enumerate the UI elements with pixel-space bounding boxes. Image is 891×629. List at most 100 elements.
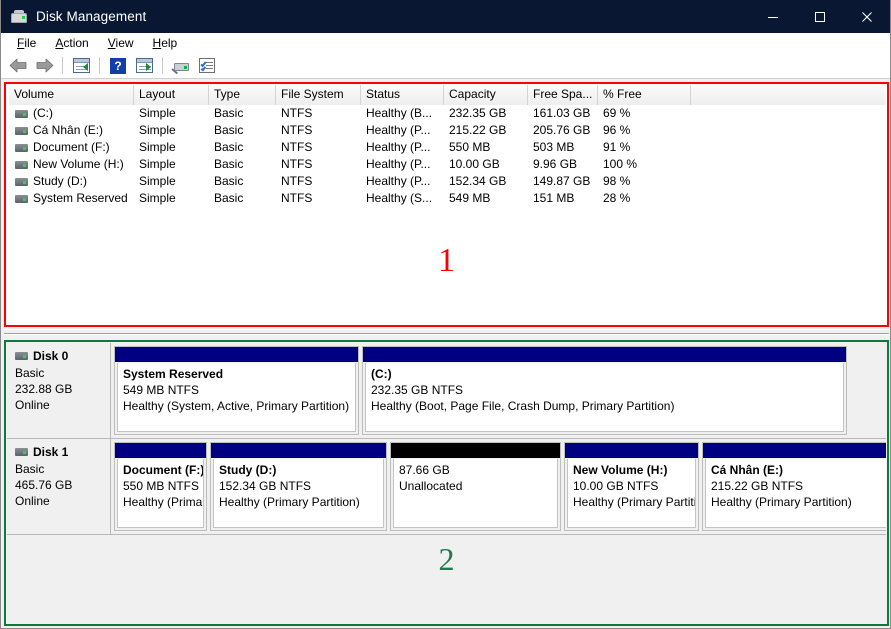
cell-layout: Simple — [139, 140, 176, 154]
disk-row[interactable]: Disk 0 Basic 232.88 GB Online System Reserve… — [7, 343, 886, 439]
cell-percent-free: 91 % — [603, 140, 631, 154]
menu-view[interactable]: View — [99, 34, 144, 52]
cell-free-space: 205.76 GB — [533, 123, 591, 137]
volume-row[interactable]: System Reserved Simple Basic NTFS Healthy (S… — [9, 190, 886, 207]
partition-color-bar — [565, 443, 698, 458]
cell-capacity: 152.34 GB — [449, 174, 507, 188]
cell-volume: System Reserved — [9, 190, 134, 207]
volume-row[interactable]: Document (F:) Simple Basic NTFS Healthy (P..… — [9, 139, 886, 156]
toolbar-separator-3 — [162, 57, 163, 74]
cell-blank — [691, 122, 886, 139]
partition-block[interactable]: System Reserved 549 MB NTFS Healthy (Syste… — [114, 346, 359, 435]
cell-status: Healthy (P... — [366, 174, 431, 188]
disk-name: Disk 0 — [33, 349, 69, 363]
column-header-status[interactable]: Status — [361, 85, 444, 105]
partition-block[interactable]: 87.66 GB Unallocated — [390, 442, 561, 531]
toolbar-separator-2 — [99, 57, 100, 74]
cell-file-system: NTFS — [281, 123, 313, 137]
minimize-button[interactable] — [749, 0, 796, 33]
disk-type: Basic — [15, 462, 45, 476]
cell-status: Healthy (P... — [366, 157, 431, 171]
partition-block[interactable]: New Volume (H:) 10.00 GB NTFS Healthy (Pri… — [564, 442, 699, 531]
cell-status: Healthy (B... — [366, 106, 433, 120]
column-header-capacity[interactable]: Capacity — [444, 85, 528, 105]
cell-file-system: NTFS — [281, 174, 313, 188]
partition-color-bar — [391, 443, 560, 458]
partition-details: Document (F:) 550 MB NTFS Healthy (Prima — [117, 459, 204, 528]
cell-layout: Simple — [139, 191, 176, 205]
disk-size: 232.88 GB — [15, 382, 73, 396]
column-header-type[interactable]: Type — [209, 85, 276, 105]
disk-row[interactable]: Disk 1 Basic 465.76 GB Online Document (F:) 5… — [7, 439, 886, 535]
partition-block[interactable]: Document (F:) 550 MB NTFS Healthy (Prima — [114, 442, 207, 531]
cell-percent-free: 69 % — [603, 106, 631, 120]
volume-row[interactable]: New Volume (H:) Simple Basic NTFS Healthy (P… — [9, 156, 886, 173]
pane-splitter[interactable] — [4, 329, 889, 338]
partition-status: Unallocated — [399, 479, 463, 493]
partition-status: Healthy (System, Active, Primary Partiti… — [123, 399, 350, 413]
cell-volume: Document (F:) — [9, 139, 134, 156]
column-header-volume[interactable]: Volume — [9, 85, 134, 105]
graphical-view-pane: Disk 0 Basic 232.88 GB Online System Reserve… — [4, 340, 889, 626]
properties-button[interactable] — [195, 55, 219, 77]
partition-block[interactable]: (C:) 232.35 GB NTFS Healthy (Boot, Page Fi… — [362, 346, 847, 435]
volume-row[interactable]: (C:) Simple Basic NTFS Healthy (B... 232.35 G… — [9, 105, 886, 122]
column-header-file-system[interactable]: File System — [276, 85, 361, 105]
cell-capacity: 215.22 GB — [449, 123, 507, 137]
cell-type: Basic — [214, 157, 244, 171]
disk-info-disk-1[interactable]: Disk 1 Basic 465.76 GB Online — [7, 439, 111, 534]
cell-volume: (C:) — [9, 105, 134, 122]
menu-action[interactable]: Action — [46, 34, 98, 52]
menu-bar: File Action View Help — [1, 33, 890, 53]
volume-label: System Reserved — [33, 191, 128, 205]
partition-strip-spacer — [850, 346, 884, 435]
disk-info-disk-0[interactable]: Disk 0 Basic 232.88 GB Online — [7, 343, 111, 438]
partition-size: 550 MB NTFS — [123, 479, 200, 493]
close-button[interactable] — [843, 0, 890, 33]
forward-button[interactable] — [32, 55, 56, 77]
disk-management-icon — [11, 9, 27, 25]
back-button[interactable] — [6, 55, 30, 77]
maximize-button[interactable] — [796, 0, 843, 33]
volume-row[interactable]: Cá Nhân (E:) Simple Basic NTFS Healthy (P...… — [9, 122, 886, 139]
annotation-2: 2 — [438, 541, 455, 577]
cell-status: Healthy (P... — [366, 140, 431, 154]
volume-listview[interactable]: Volume Layout Type File System Status Capacit… — [9, 85, 886, 324]
disk-name: Disk 1 — [33, 445, 69, 459]
volume-label: Document (F:) — [33, 140, 110, 154]
cell-type: Basic — [214, 106, 244, 120]
volume-row[interactable]: Study (D:) Simple Basic NTFS Healthy (P... 15… — [9, 173, 886, 190]
cell-percent-free: 28 % — [603, 191, 631, 205]
help-button[interactable]: ? — [106, 55, 130, 77]
column-header-layout[interactable]: Layout — [134, 85, 209, 105]
column-header-free-spa[interactable]: Free Spa... — [528, 85, 598, 105]
partition-details: 87.66 GB Unallocated — [393, 459, 558, 528]
menu-help[interactable]: Help — [144, 34, 188, 52]
cell-layout: Simple — [139, 123, 176, 137]
column-header-blank[interactable] — [691, 85, 886, 105]
partition-size: 87.66 GB — [399, 463, 450, 477]
cell-type: Basic — [214, 174, 244, 188]
partition-size: 549 MB NTFS — [123, 383, 200, 397]
volume-drive-icon — [15, 177, 28, 186]
menu-file[interactable]: File — [8, 34, 46, 52]
partition-block[interactable]: Cá Nhân (E:) 215.22 GB NTFS Healthy (Prima… — [702, 442, 886, 531]
rescan-disks-button[interactable] — [169, 55, 193, 77]
partition-name: Cá Nhân (E:) — [711, 463, 783, 477]
cell-file-system: NTFS — [281, 157, 313, 171]
partition-name: (C:) — [371, 367, 392, 381]
cell-free-space: 503 MB — [533, 140, 575, 154]
volume-label: Cá Nhân (E:) — [33, 123, 104, 137]
volume-drive-icon — [15, 194, 28, 203]
partition-block[interactable]: Study (D:) 152.34 GB NTFS Healthy (Primary… — [210, 442, 387, 531]
partition-color-bar — [115, 347, 358, 362]
partition-strip: Document (F:) 550 MB NTFS Healthy (Prima St… — [111, 439, 886, 534]
show-hide-tree-button[interactable] — [69, 55, 93, 77]
show-action-pane-button[interactable] — [132, 55, 156, 77]
cell-percent-free: 100 % — [603, 157, 638, 171]
cell-free-space: 161.03 GB — [533, 106, 591, 120]
partition-status: Healthy (Primary Partition) — [219, 495, 360, 509]
column-header-free[interactable]: % Free — [598, 85, 691, 105]
disk-drive-icon — [15, 352, 28, 360]
cell-file-system: NTFS — [281, 140, 313, 154]
